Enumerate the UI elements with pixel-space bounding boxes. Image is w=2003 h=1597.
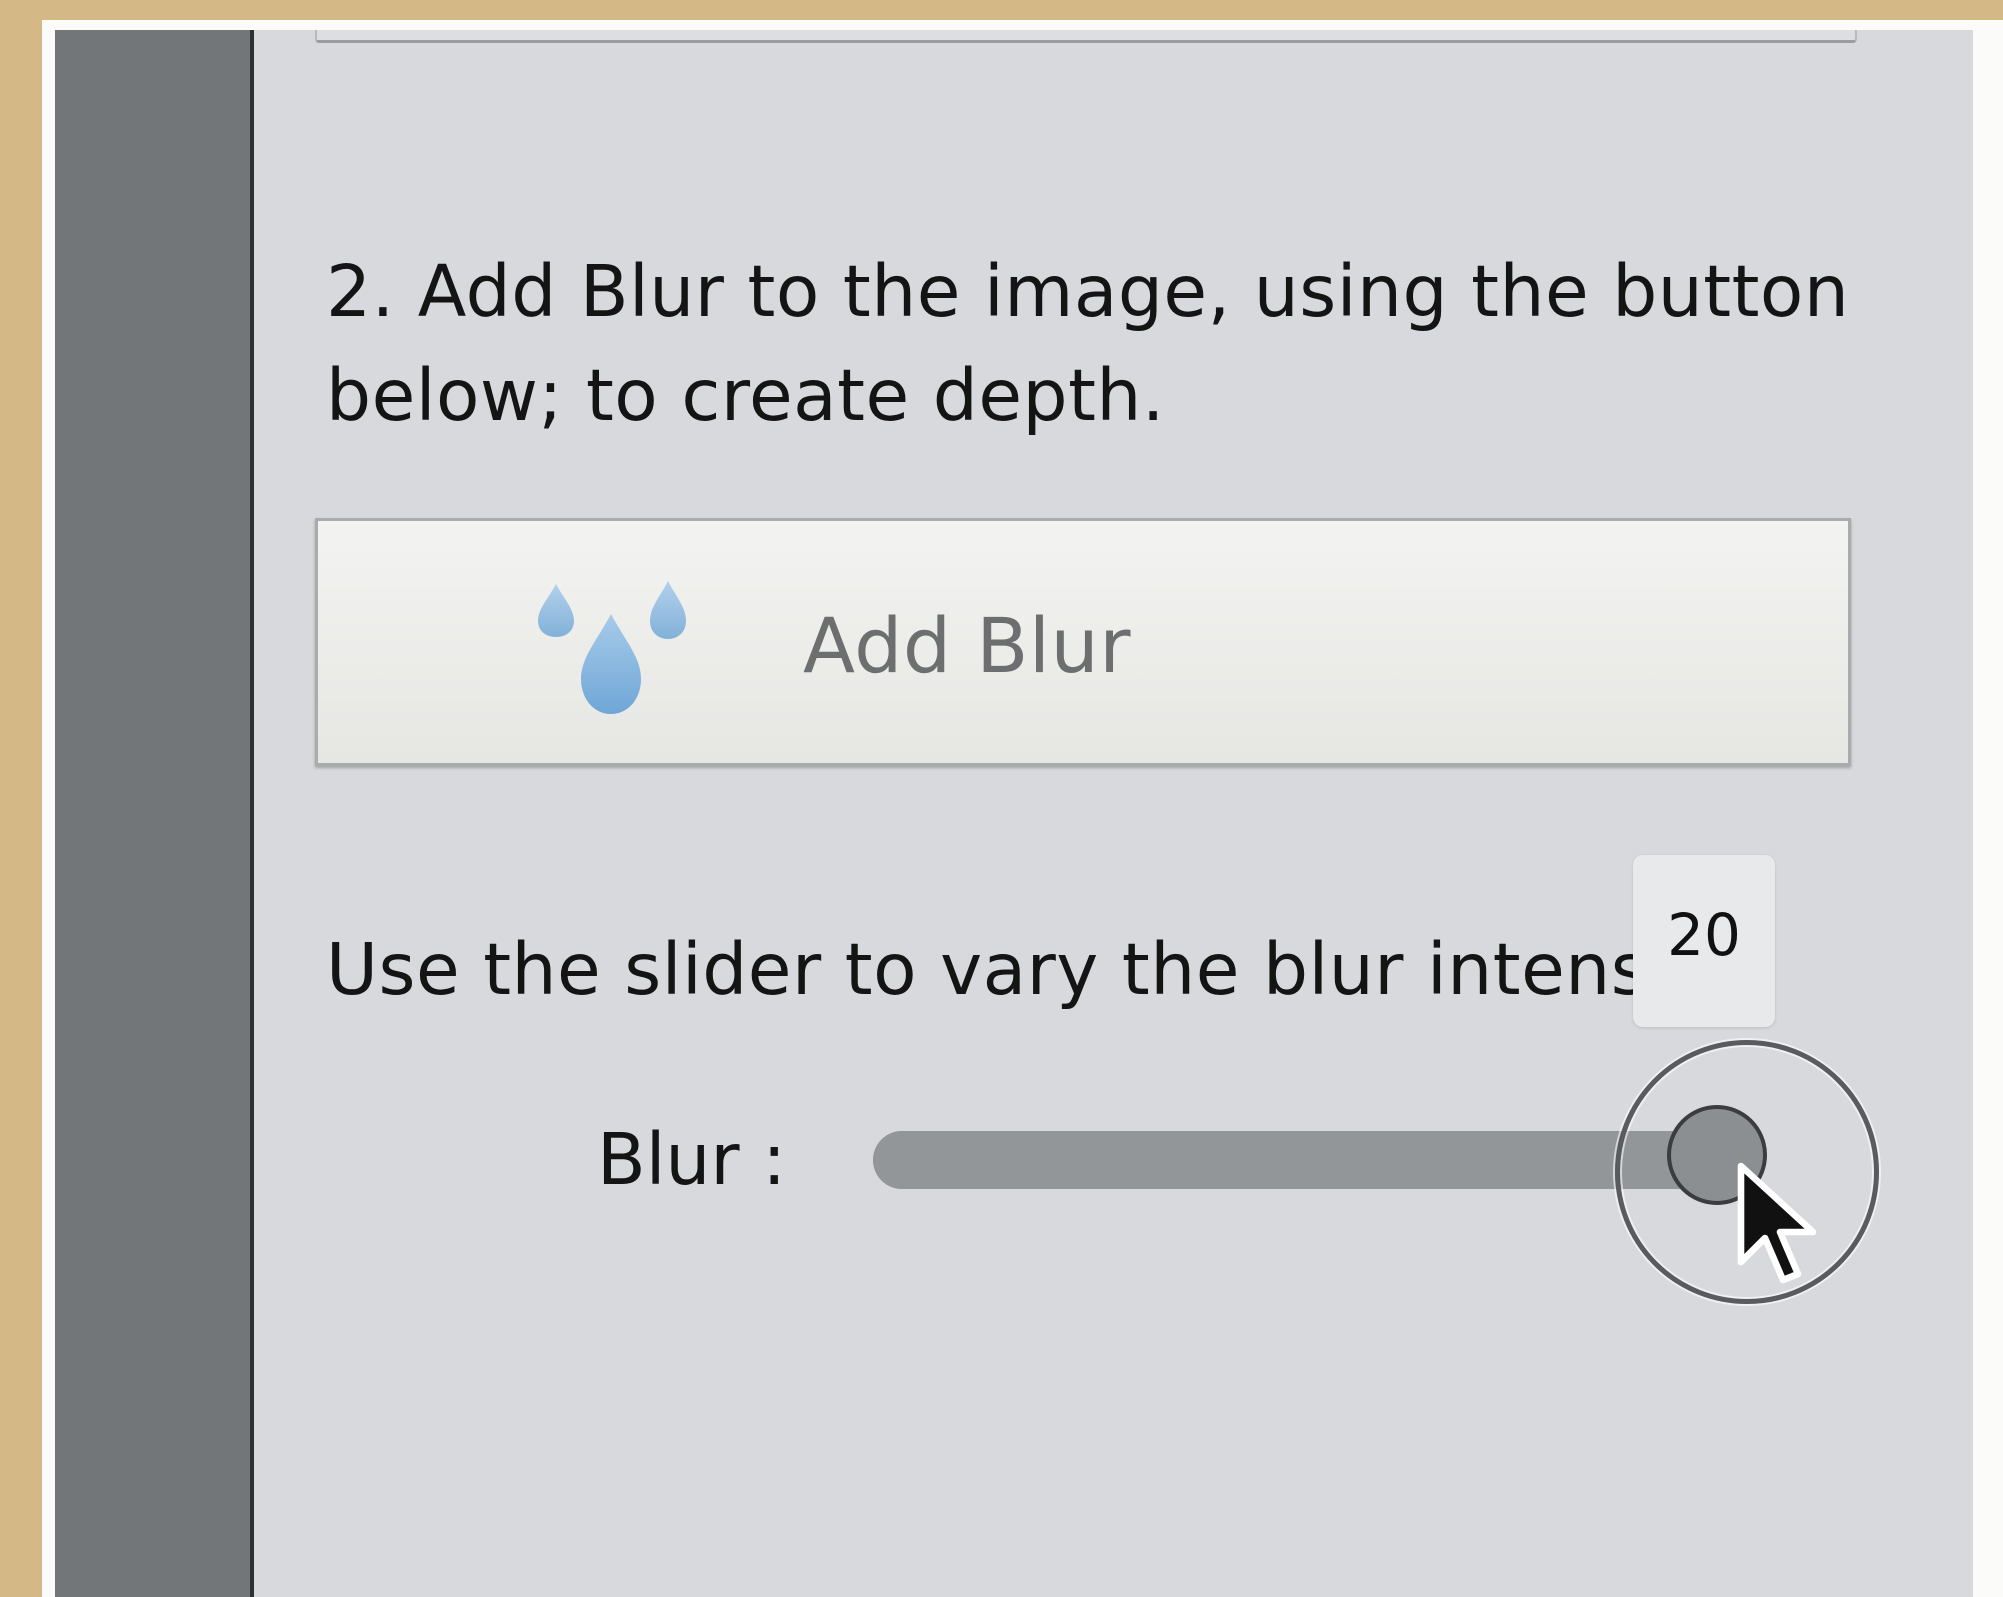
blur-slider-label: Blur : [597, 1118, 787, 1201]
add-blur-button[interactable]: Add Blur [315, 518, 1851, 766]
water-drops-icon [538, 581, 686, 714]
left-sidebar [55, 30, 254, 1597]
previous-section-edge [315, 30, 1857, 43]
blur-slider-track[interactable] [873, 1131, 1743, 1189]
mouse-pointer-icon [1737, 1162, 1817, 1284]
slider-hint-text: Use the slider to vary the blur intensit… [326, 928, 1636, 1011]
add-blur-button-label: Add Blur [803, 601, 1131, 690]
step-instruction-text: 2. Add Blur to the image, using the butt… [326, 250, 1850, 437]
slider-value-tooltip: 20 [1633, 855, 1775, 1027]
blur-slider-fill [873, 1131, 1743, 1189]
